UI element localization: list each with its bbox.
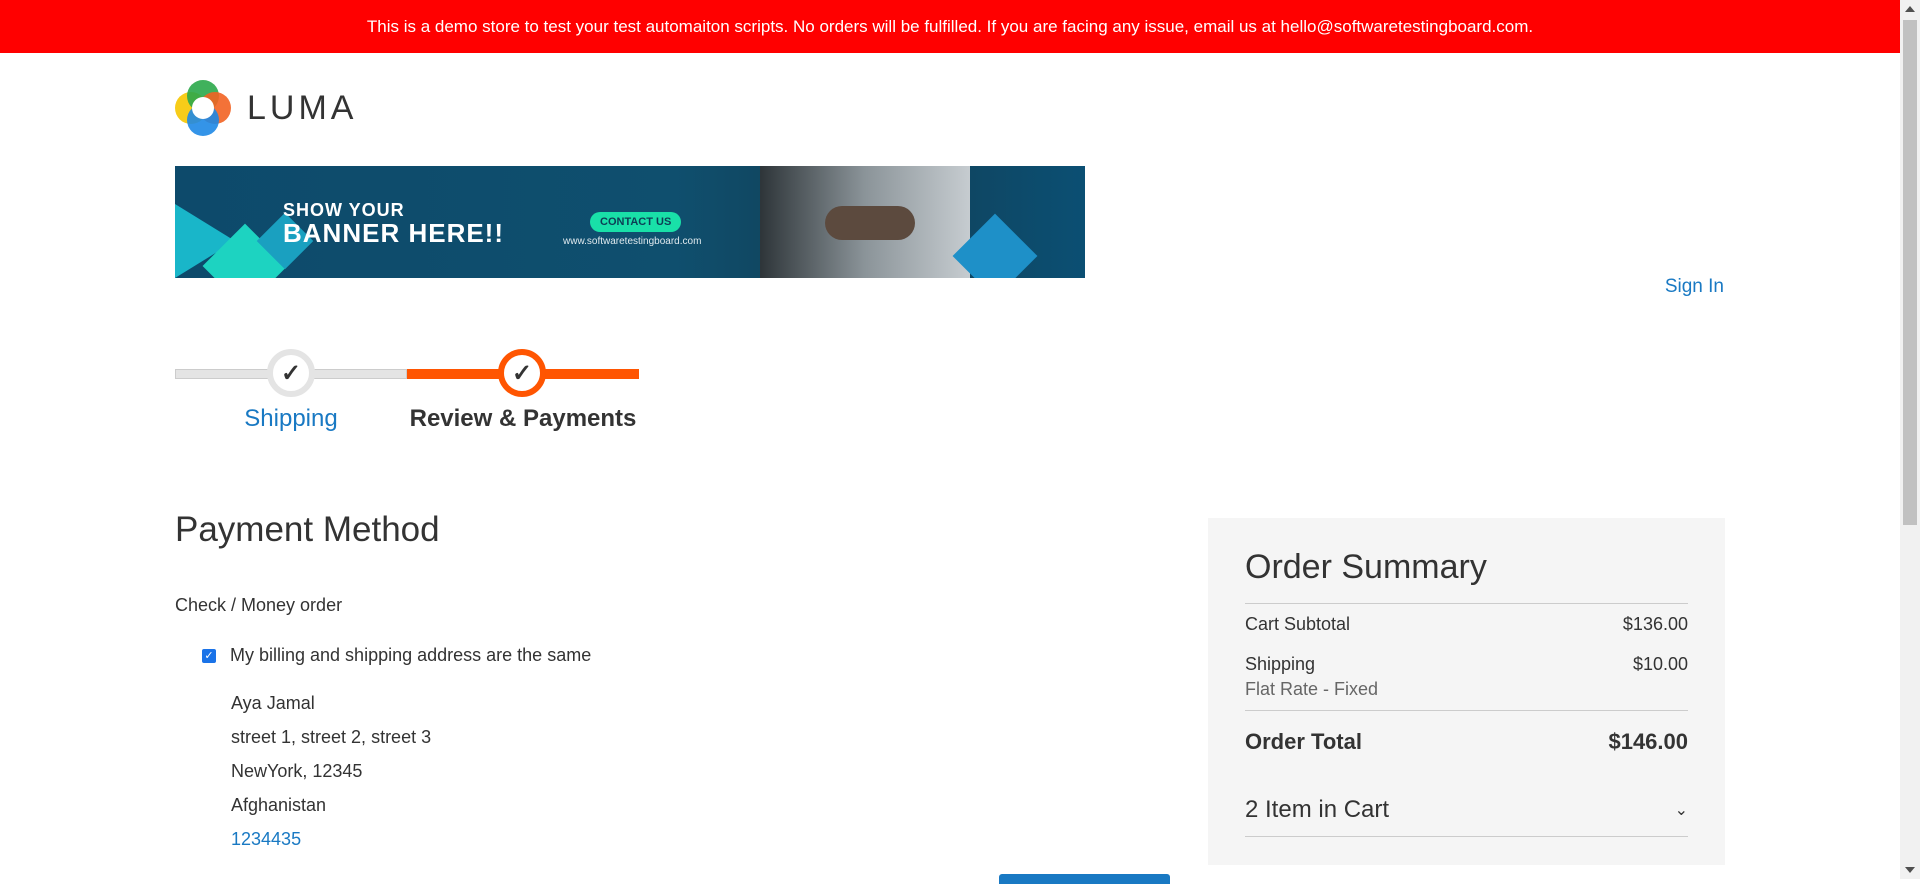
demo-notice-text: This is a demo store to test your test a… (366, 16, 1534, 36)
same-address-checkbox[interactable]: ✓ (202, 648, 216, 663)
demo-notice-bar: This is a demo store to test your test a… (0, 0, 1900, 53)
order-total-value: $146.00 (1608, 729, 1688, 754)
checkout-progress: ✓ ✓ Shipping Review & Payments (175, 345, 640, 465)
promo-banner[interactable]: SHOW YOUR BANNER HERE!! CONTACT US www.s… (175, 166, 1085, 278)
scroll-up-arrow-icon[interactable] (1905, 6, 1915, 12)
banner-line2: BANNER HERE!! (283, 218, 504, 248)
logo-text: LUMA (247, 88, 358, 127)
sign-in-link[interactable]: Sign In (1665, 276, 1724, 298)
same-address-checkbox-row[interactable]: ✓ My billing and shipping address are th… (202, 645, 591, 666)
page-scrollbar[interactable] (1900, 0, 1920, 879)
address-street: street 1, street 2, street 3 (231, 727, 432, 747)
order-summary-title: Order Summary (1245, 548, 1487, 586)
address-name: Aya Jamal (231, 693, 315, 713)
address-country: Afghanistan (231, 795, 327, 815)
order-summary: Order Summary Cart Subtotal $136.00 Ship… (1208, 518, 1725, 865)
chevron-down-icon[interactable]: ⌄ (1675, 800, 1688, 820)
scroll-down-arrow-icon[interactable] (1905, 867, 1915, 873)
summary-divider (1245, 710, 1688, 711)
payment-method-title: Payment Method (175, 510, 440, 549)
luma-logo-icon (175, 80, 231, 136)
summary-divider (1245, 836, 1688, 837)
cart-subtotal-label: Cart Subtotal (1245, 614, 1351, 634)
step-complete-check-icon: ✓ (267, 349, 315, 397)
banner-site-url: www.softwaretestingboard.com (563, 236, 702, 247)
step-current-check-icon: ✓ (498, 349, 546, 397)
shipping-row: Shipping $10.00 (1245, 654, 1688, 675)
summary-divider (1245, 603, 1688, 604)
step-shipping-link[interactable]: Shipping (175, 405, 407, 433)
scrollbar-thumb[interactable] (1903, 20, 1917, 525)
handshake-image (825, 206, 915, 240)
cart-subtotal-value: $136.00 (1622, 614, 1688, 634)
step-review-payments-label: Review & Payments (409, 405, 637, 432)
address-city-zip: NewYork, 12345 (231, 761, 363, 781)
address-phone-link[interactable]: 1234435 (231, 822, 431, 856)
shipping-label: Shipping (1245, 654, 1316, 674)
items-in-cart-label[interactable]: 2 Item in Cart (1245, 796, 1389, 824)
order-total-row: Order Total $146.00 (1245, 729, 1688, 755)
cart-subtotal-row: Cart Subtotal $136.00 (1245, 614, 1688, 635)
payment-method-name[interactable]: Check / Money order (175, 595, 342, 616)
place-order-button[interactable] (999, 874, 1170, 884)
same-address-label[interactable]: My billing and shipping address are the … (230, 645, 591, 666)
luma-logo[interactable]: LUMA (175, 80, 357, 136)
shipping-method: Flat Rate - Fixed (1245, 679, 1379, 699)
order-total-label: Order Total (1245, 729, 1362, 754)
items-in-cart-toggle[interactable]: 2 Item in Cart ⌄ (1245, 796, 1688, 824)
billing-address: Aya Jamal street 1, street 2, street 3 N… (231, 686, 431, 856)
shipping-value: $10.00 (1632, 654, 1688, 674)
banner-contact-badge: CONTACT US (590, 212, 682, 232)
